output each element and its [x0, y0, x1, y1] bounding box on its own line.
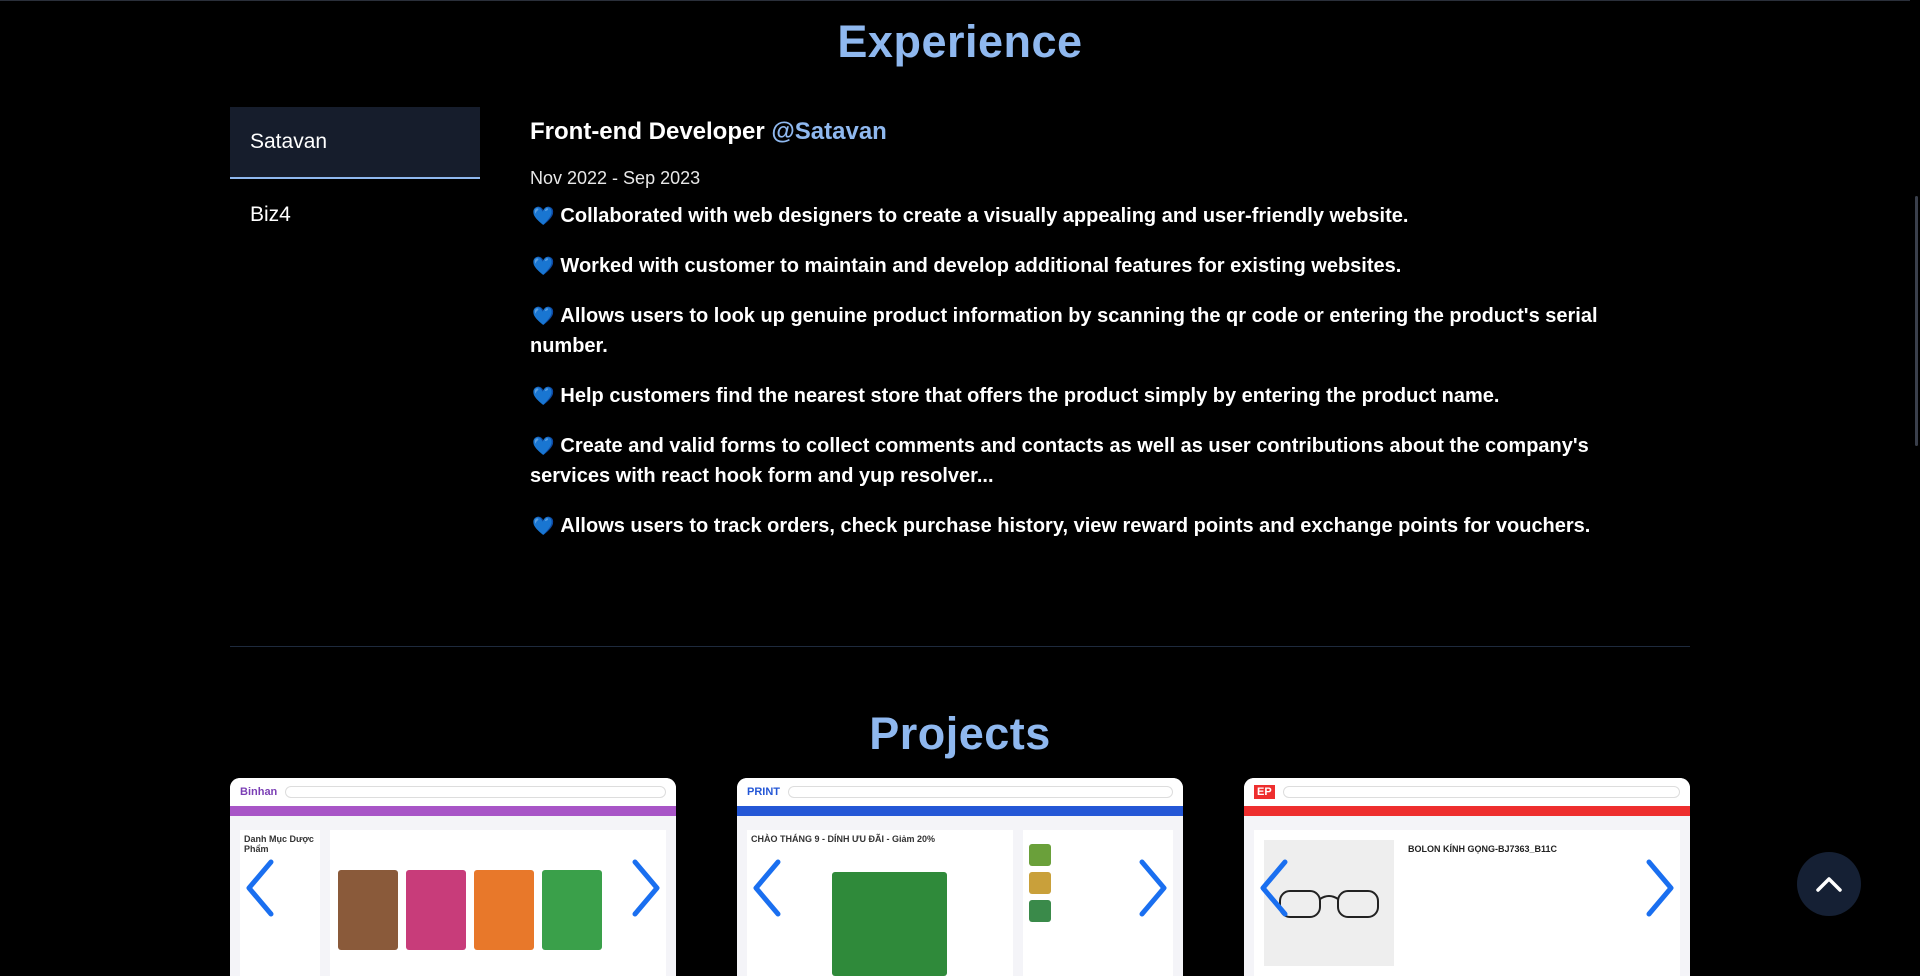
duty-item: 💙 Help customers find the nearest store t…	[530, 381, 1630, 411]
chevron-right-icon	[1139, 859, 1167, 917]
blue-heart-icon: 💙	[532, 386, 555, 406]
card-nav-bar	[737, 806, 1183, 816]
card-nav-bar	[230, 806, 676, 816]
card-logo: PRINT	[747, 786, 780, 798]
scrollbar[interactable]	[1910, 0, 1920, 976]
top-border	[0, 0, 1920, 1]
thumb-image	[1029, 900, 1051, 922]
project-card[interactable]: PRINT CHÀO THÁNG 9 - DÍNH ƯU ĐÃI - Giảm …	[737, 778, 1183, 976]
duty-list: 💙 Collaborated with web designers to crea…	[530, 201, 1630, 541]
scrollbar-thumb[interactable]	[1915, 196, 1918, 446]
card-content	[330, 830, 666, 976]
card-caption: Danh Mục Dược Phẩm	[244, 834, 314, 854]
job-details: Front-end Developer @Satavan Nov 2022 - …	[530, 118, 1630, 561]
card-screenshot-header: EP	[1244, 778, 1690, 806]
job-company-link[interactable]: @Satavan	[771, 118, 886, 145]
card-search-bar	[788, 786, 1173, 798]
project-cards: Binhan Danh Mục Dược Phẩm PRINT CHÀO THÁ…	[230, 778, 1690, 976]
card-search-bar	[285, 786, 666, 798]
duty-item: 💙 Allows users to track orders, check pur…	[530, 511, 1630, 541]
job-dates: Nov 2022 - Sep 2023	[530, 168, 701, 188]
card-screenshot-body: Danh Mục Dược Phẩm	[240, 830, 666, 976]
blue-heart-icon: 💙	[532, 436, 555, 456]
carousel-next-button[interactable]	[626, 858, 666, 918]
projects-title: Projects	[869, 708, 1051, 759]
card-caption: BOLON KÍNH GỌNG-BJ7363_B11C	[1408, 844, 1558, 854]
carousel-prev-button[interactable]	[1254, 858, 1294, 918]
blue-heart-icon: 💙	[532, 306, 555, 326]
chevron-left-icon	[1260, 859, 1288, 917]
card-search-bar	[1282, 786, 1680, 798]
product-image	[542, 870, 602, 950]
chevron-up-icon	[1816, 877, 1842, 892]
card-content: BOLON KÍNH GỌNG-BJ7363_B11C	[1254, 830, 1680, 976]
chevron-right-icon	[632, 859, 660, 917]
experience-title: Experience	[837, 16, 1083, 67]
duty-text: Create and valid forms to collect commen…	[530, 435, 1589, 487]
project-card[interactable]: EP BOLON KÍNH GỌNG-BJ7363_B11C	[1244, 778, 1690, 976]
card-logo: Binhan	[240, 786, 278, 798]
blue-heart-icon: 💙	[532, 516, 555, 536]
duty-text: Collaborated with web designers to creat…	[560, 205, 1409, 227]
experience-tabs: Satavan Biz4	[230, 107, 480, 251]
duty-item: 💙 Worked with customer to maintain and de…	[530, 251, 1630, 281]
duty-text: Allows users to track orders, check purc…	[560, 515, 1591, 537]
duty-text: Help customers find the nearest store th…	[560, 385, 1500, 407]
carousel-prev-button[interactable]	[747, 858, 787, 918]
chevron-right-icon	[1646, 859, 1674, 917]
duty-text: Worked with customer to maintain and dev…	[560, 255, 1402, 277]
duty-item: 💙 Collaborated with web designers to crea…	[530, 201, 1630, 231]
section-divider	[230, 646, 1690, 647]
scroll-to-top-button[interactable]	[1797, 852, 1861, 916]
job-role: Front-end Developer	[530, 118, 765, 145]
tab-biz4[interactable]: Biz4	[230, 179, 480, 251]
blue-heart-icon: 💙	[532, 206, 555, 226]
chevron-left-icon	[753, 859, 781, 917]
tab-satavan[interactable]: Satavan	[230, 107, 480, 179]
job-title: Front-end Developer @Satavan	[530, 118, 1630, 146]
card-logo: EP	[1254, 785, 1275, 799]
carousel-prev-button[interactable]	[240, 858, 280, 918]
card-screenshot-body: CHÀO THÁNG 9 - DÍNH ƯU ĐÃI - Giảm 20%	[747, 830, 1173, 976]
promo-image	[832, 872, 947, 976]
carousel-next-button[interactable]	[1640, 858, 1680, 918]
duty-item: 💙 Create and valid forms to collect comme…	[530, 431, 1630, 491]
card-nav-bar	[1244, 806, 1690, 816]
blue-heart-icon: 💙	[532, 256, 555, 276]
carousel-next-button[interactable]	[1133, 858, 1173, 918]
duty-text: Allows users to look up genuine product …	[530, 305, 1598, 357]
card-screenshot-header: Binhan	[230, 778, 676, 806]
product-image	[338, 870, 398, 950]
project-card[interactable]: Binhan Danh Mục Dược Phẩm	[230, 778, 676, 976]
card-screenshot-body: BOLON KÍNH GỌNG-BJ7363_B11C	[1254, 830, 1680, 976]
card-screenshot-header: PRINT	[737, 778, 1183, 806]
thumb-image	[1029, 844, 1051, 866]
product-image	[474, 870, 534, 950]
chevron-left-icon	[246, 859, 274, 917]
thumb-image	[1029, 872, 1051, 894]
product-image	[406, 870, 466, 950]
card-caption: CHÀO THÁNG 9 - DÍNH ƯU ĐÃI - Giảm 20%	[751, 834, 935, 844]
duty-item: 💙 Allows users to look up genuine product…	[530, 301, 1630, 361]
